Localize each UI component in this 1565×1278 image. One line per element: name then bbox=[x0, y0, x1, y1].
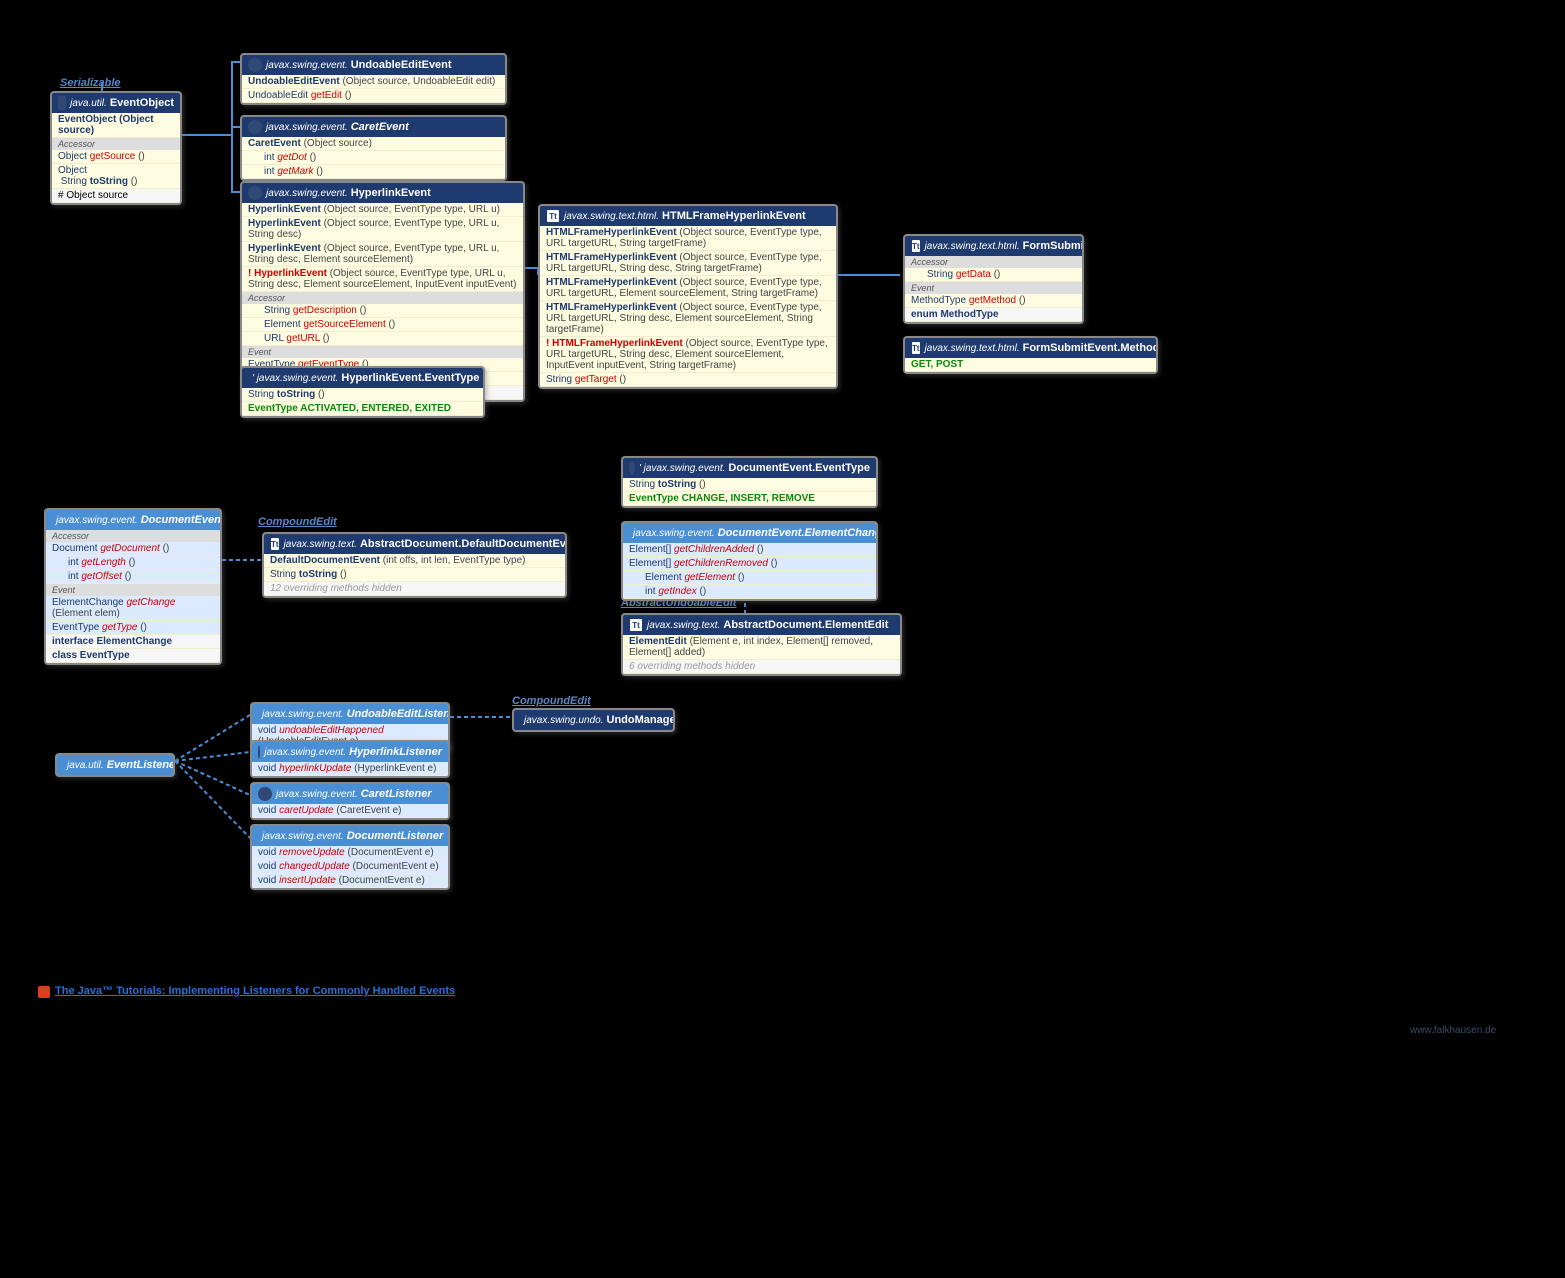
star-icon bbox=[629, 461, 635, 475]
interface-eventlistener[interactable]: java.util.EventListener bbox=[55, 753, 175, 777]
oracle-icon bbox=[38, 986, 50, 998]
tt-icon: Tt bbox=[546, 209, 560, 223]
gear-icon bbox=[58, 96, 66, 110]
interface-documentevent[interactable]: javax.swing.event.DocumentEvent Accessor… bbox=[44, 508, 222, 665]
class-eventobject[interactable]: java.util.EventObject EventObject (Objec… bbox=[50, 91, 182, 205]
star-icon bbox=[248, 186, 262, 200]
class-elementedit[interactable]: Ttjavax.swing.text.AbstractDocument.Elem… bbox=[621, 613, 902, 676]
class-htmlframehyperlinkevent[interactable]: Ttjavax.swing.text.html.HTMLFrameHyperli… bbox=[538, 204, 838, 389]
class-hyperlinkevent-eventtype[interactable]: ' javax.swing.event.HyperlinkEvent.Event… bbox=[240, 366, 485, 418]
class-defaultdocumentevent[interactable]: Ttjavax.swing.text.AbstractDocument.Defa… bbox=[262, 532, 567, 598]
class-formsubmitevent-methodtype[interactable]: Ttjavax.swing.text.html.FormSubmitEvent.… bbox=[903, 336, 1158, 374]
tt-icon: Tt bbox=[911, 341, 921, 355]
label-compoundedit-1[interactable]: CompoundEdit bbox=[258, 516, 337, 528]
interface-hyperlinklistener[interactable]: javax.swing.event.HyperlinkListener void… bbox=[250, 740, 450, 778]
tt-icon: Tt bbox=[270, 537, 280, 551]
interface-elementchange[interactable]: javax.swing.event.DocumentEvent.ElementC… bbox=[621, 521, 878, 601]
interface-caretlistener[interactable]: javax.swing.event.CaretListener void car… bbox=[250, 782, 450, 820]
class-caretevent[interactable]: javax.swing.event.CaretEvent CaretEvent … bbox=[240, 115, 507, 181]
label-compoundedit-2[interactable]: CompoundEdit bbox=[512, 695, 591, 707]
footer-tutorial-link[interactable]: The Java™ Tutorials: Implementing Listen… bbox=[55, 985, 455, 997]
label-serializable[interactable]: Serializable bbox=[60, 77, 121, 89]
watermark: www.falkhausen.de bbox=[1410, 1025, 1496, 1036]
star-icon bbox=[258, 787, 272, 801]
star-icon bbox=[258, 745, 260, 759]
class-formsubmitevent[interactable]: Ttjavax.swing.text.html.FormSubmitEvent … bbox=[903, 234, 1084, 324]
star-icon bbox=[248, 58, 262, 72]
tt-icon: Tt bbox=[629, 618, 643, 632]
class-undoableeditevent[interactable]: javax.swing.event.UndoableEditEvent Undo… bbox=[240, 53, 507, 105]
eventobject-ctor: EventObject (Object source) bbox=[52, 113, 180, 138]
interface-documentlistener[interactable]: javax.swing.event.DocumentListener void … bbox=[250, 824, 450, 890]
star-icon bbox=[248, 120, 262, 134]
eventobject-title: java.util.EventObject bbox=[52, 93, 180, 113]
class-undomanager[interactable]: javax.swing.undo.UndoManager bbox=[512, 708, 675, 732]
tt-icon: Tt bbox=[911, 239, 921, 253]
class-documentevent-eventtype[interactable]: ' javax.swing.event.DocumentEvent.EventT… bbox=[621, 456, 878, 508]
